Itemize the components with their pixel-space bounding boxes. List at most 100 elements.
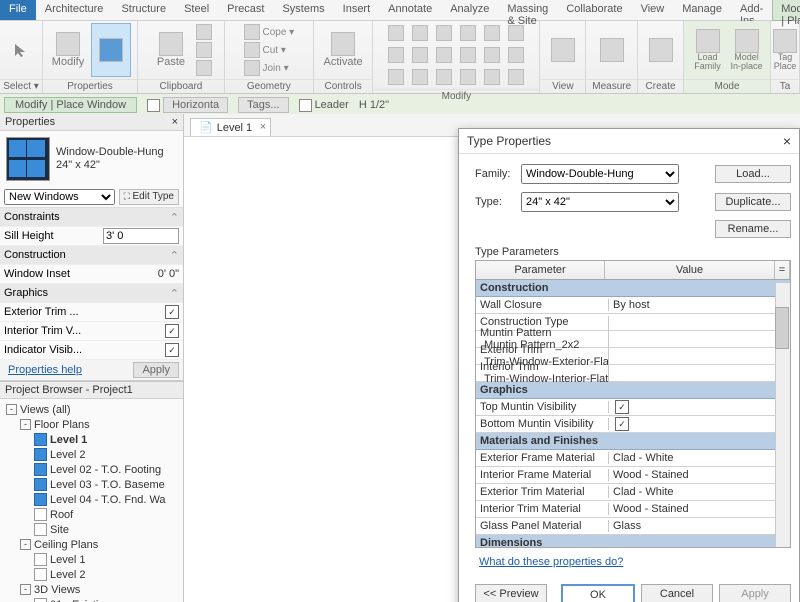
properties-help-link[interactable]: What do these properties do? xyxy=(475,548,791,576)
param-row[interactable]: Bottom Muntin Visibility✓ xyxy=(476,416,790,433)
type-dropdown[interactable]: 24" x 42" xyxy=(521,192,679,212)
view-tab-level1[interactable]: 📄Level 1× xyxy=(190,118,271,136)
properties-apply-button[interactable]: Apply xyxy=(133,362,179,378)
tree-item[interactable]: -Floor Plans xyxy=(2,417,181,432)
cut-button[interactable]: Cut ▾ xyxy=(244,42,295,58)
tree-item[interactable]: Level 1 xyxy=(2,432,181,447)
prop-group-graphics[interactable]: Graphics⌃ xyxy=(0,284,183,303)
menu-architecture[interactable]: Architecture xyxy=(36,0,113,20)
prop-group-construction[interactable]: Construction⌃ xyxy=(0,246,183,265)
menu-modify-pla[interactable]: Modify | Pla xyxy=(772,0,800,21)
prop-row[interactable]: Indicator Visib...✓ xyxy=(0,341,183,360)
menu-view[interactable]: View xyxy=(632,0,674,20)
cancel-button[interactable]: Cancel xyxy=(641,584,713,602)
load-button[interactable]: Load... xyxy=(715,165,791,183)
param-category[interactable]: Dimensions⌃ xyxy=(476,535,790,548)
cope-button[interactable]: Cope ▾ xyxy=(244,24,295,40)
tree-item[interactable]: Roof xyxy=(2,507,181,522)
panel-select-title: Select ▾ xyxy=(0,79,42,93)
load-family-button[interactable]: Load Family xyxy=(690,24,725,76)
menu-massing-site[interactable]: Massing & Site xyxy=(498,0,557,20)
tree-item[interactable]: Level 2 xyxy=(2,567,181,582)
palette-close-icon[interactable]: × xyxy=(172,116,178,128)
param-row[interactable]: Glass Panel MaterialGlass xyxy=(476,518,790,535)
leader-checkbox[interactable] xyxy=(299,99,312,112)
param-row[interactable]: Interior Trim MaterialWood - Stained xyxy=(476,501,790,518)
param-category[interactable]: Construction⌃ xyxy=(476,280,790,297)
rename-button[interactable]: Rename... xyxy=(715,220,791,238)
param-row[interactable]: Wall ClosureBy host xyxy=(476,297,790,314)
prop-checkbox[interactable]: ✓ xyxy=(165,343,179,357)
create-tool[interactable] xyxy=(649,38,673,62)
menu-precast[interactable]: Precast xyxy=(218,0,273,20)
properties-help-link[interactable]: Properties help xyxy=(4,362,86,378)
join-button[interactable]: Join ▾ xyxy=(244,60,295,76)
menu-annotate[interactable]: Annotate xyxy=(379,0,441,20)
menu-analyze[interactable]: Analyze xyxy=(441,0,498,20)
tree-item[interactable]: -Ceiling Plans xyxy=(2,537,181,552)
param-row[interactable]: Top Muntin Visibility✓ xyxy=(476,399,790,416)
dialog-scrollbar[interactable] xyxy=(775,283,790,547)
param-category[interactable]: Materials and Finishes⌃ xyxy=(476,433,790,450)
prop-checkbox[interactable]: ✓ xyxy=(165,305,179,319)
prop-row[interactable]: Interior Trim V...✓ xyxy=(0,322,183,341)
view-tool[interactable] xyxy=(551,38,575,62)
menu-systems[interactable]: Systems xyxy=(273,0,333,20)
measure-tool[interactable] xyxy=(600,38,624,62)
tree-item[interactable]: Level 04 - T.O. Fnd. Wa xyxy=(2,492,181,507)
prop-group-constraints[interactable]: Constraints⌃ xyxy=(0,208,183,227)
prop-row[interactable]: Sill Height xyxy=(0,227,183,246)
menu-insert[interactable]: Insert xyxy=(334,0,380,20)
ok-button[interactable]: OK xyxy=(561,584,635,602)
preview-button[interactable]: << Preview xyxy=(475,584,547,602)
horizontal-checkbox[interactable] xyxy=(147,99,160,112)
prop-input[interactable] xyxy=(103,228,179,244)
menu-structure[interactable]: Structure xyxy=(112,0,175,20)
prop-checkbox[interactable]: ✓ xyxy=(165,324,179,338)
param-row[interactable]: Exterior Frame MaterialClad - White xyxy=(476,450,790,467)
tags-button[interactable]: Tags... xyxy=(238,97,288,113)
paste-button[interactable]: Paste xyxy=(150,24,192,76)
panel-controls-title: Controls xyxy=(314,79,373,93)
param-row[interactable]: Exterior Trim MaterialClad - White xyxy=(476,484,790,501)
tree-item[interactable]: -3D Views xyxy=(2,582,181,597)
menu-manage[interactable]: Manage xyxy=(673,0,731,20)
param-row[interactable]: Interior Frame MaterialWood - Stained xyxy=(476,467,790,484)
menu-file[interactable]: File xyxy=(0,0,36,20)
dialog-apply-button[interactable]: Apply xyxy=(719,584,791,602)
prop-row[interactable]: Exterior Trim ...✓ xyxy=(0,303,183,322)
model-inplace-button[interactable]: Model In-place xyxy=(729,24,764,76)
family-dropdown[interactable]: Window-Double-Hung xyxy=(521,164,679,184)
tree-item[interactable]: -Views (all) xyxy=(2,402,181,417)
horizontal-label[interactable]: Horizonta xyxy=(163,97,228,113)
tag-button[interactable]: Tag Place xyxy=(773,24,797,76)
type-thumbnail xyxy=(6,137,50,181)
modify-button[interactable]: Modify xyxy=(49,24,87,76)
tree-item[interactable]: Level 02 - T.O. Footing xyxy=(2,462,181,477)
select-arrow[interactable] xyxy=(6,24,36,76)
prop-row[interactable]: Window Inset0' 0" xyxy=(0,265,183,284)
activate-button[interactable]: Activate xyxy=(322,24,364,76)
tree-item[interactable]: Level 03 - T.O. Baseme xyxy=(2,477,181,492)
duplicate-button[interactable]: Duplicate... xyxy=(715,193,791,211)
properties-toggle[interactable] xyxy=(91,23,131,77)
menu-steel[interactable]: Steel xyxy=(175,0,218,20)
menu-add-ins[interactable]: Add-Ins xyxy=(731,0,772,20)
menu-collaborate[interactable]: Collaborate xyxy=(557,0,631,20)
dialog-close-icon[interactable]: × xyxy=(783,133,791,149)
tree-item[interactable]: 01 - Existing xyxy=(2,597,181,602)
param-row[interactable]: Interior TrimTrim-Window-Interior-Flat :… xyxy=(476,365,790,382)
canvas[interactable]: Type Properties× Family:Window-Double-Hu… xyxy=(184,136,800,602)
clipboard-stack[interactable] xyxy=(196,24,212,76)
param-category[interactable]: Graphics⌃ xyxy=(476,382,790,399)
filter-dropdown[interactable]: New Windows xyxy=(4,189,115,205)
edit-type-button[interactable]: ⛶ Edit Type xyxy=(119,189,179,205)
view-tab-close-icon[interactable]: × xyxy=(260,121,266,133)
leader-label: Leader xyxy=(315,99,349,111)
tree-item[interactable]: Level 1 xyxy=(2,552,181,567)
modify-tools[interactable] xyxy=(373,21,539,89)
project-browser-title: Project Browser - Project1 xyxy=(0,381,183,399)
tree-item[interactable]: Site xyxy=(2,522,181,537)
type-selector[interactable]: Window-Double-Hung24" x 42" xyxy=(0,131,183,187)
tree-item[interactable]: Level 2 xyxy=(2,447,181,462)
